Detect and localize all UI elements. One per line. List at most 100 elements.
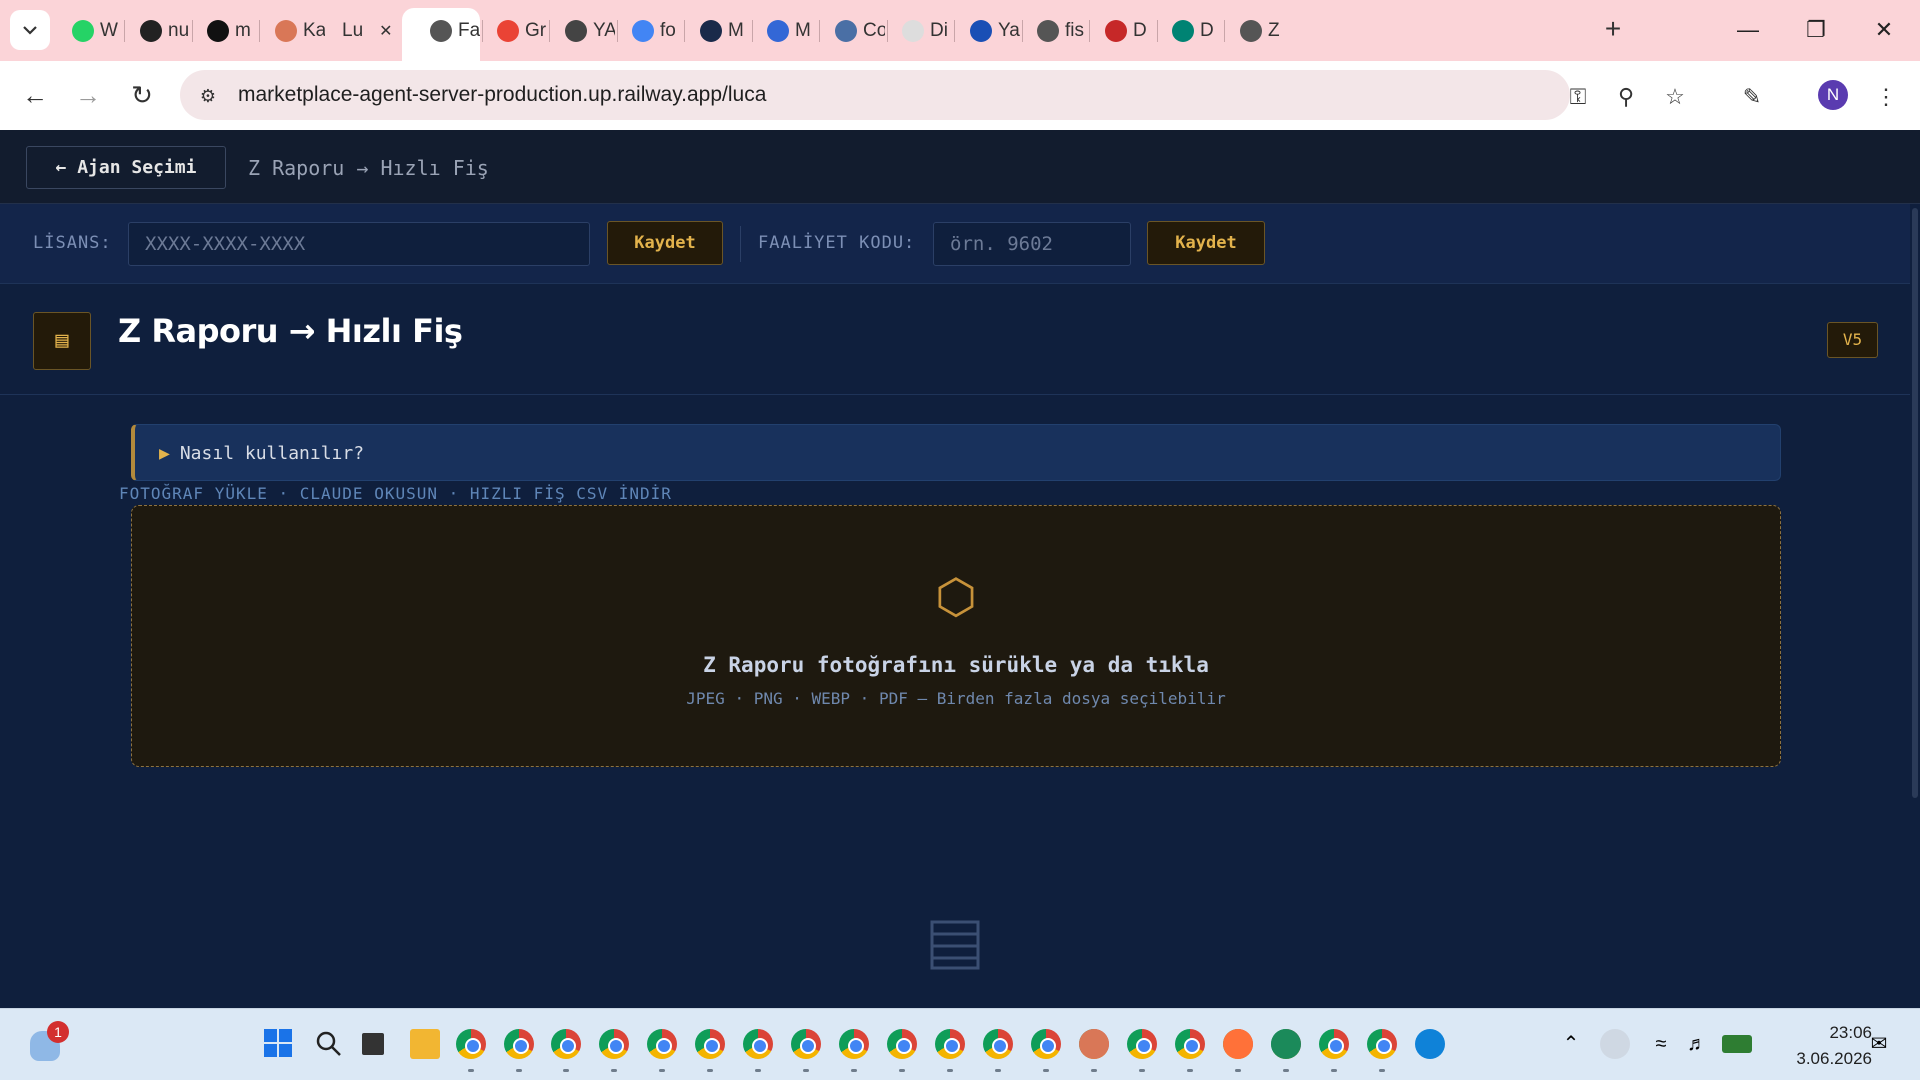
chrome-profile-icon[interactable] bbox=[887, 1029, 917, 1059]
file-dropzone[interactable]: ⬡ Z Raporu fotoğrafını sürükle ya da tık… bbox=[131, 505, 1781, 767]
chrome-profile-icon[interactable] bbox=[1031, 1029, 1061, 1059]
new-tab-button[interactable]: + bbox=[1598, 14, 1628, 44]
page-scrollbar[interactable] bbox=[1910, 204, 1920, 1008]
tab-separator bbox=[1089, 20, 1090, 42]
browser-tab[interactable]: Co bbox=[825, 12, 885, 50]
edge-icon[interactable] bbox=[1271, 1029, 1301, 1059]
github-icon bbox=[140, 20, 162, 42]
browser-tab-label: Z bbox=[1268, 20, 1280, 41]
zoom-icon[interactable]: ⚲ bbox=[1612, 83, 1640, 111]
how-to-use-toggle[interactable]: ▶ Nasıl kullanılır? bbox=[131, 424, 1781, 481]
browser-tab[interactable]: D bbox=[1095, 12, 1155, 50]
browser-tab-label: D bbox=[1133, 20, 1147, 41]
browser-tab[interactable]: Ya bbox=[960, 12, 1020, 50]
reload-icon[interactable]: ↻ bbox=[122, 75, 162, 115]
scrollbar-thumb[interactable] bbox=[1912, 208, 1918, 798]
site-settings-icon[interactable]: ⚙ bbox=[194, 82, 222, 110]
bookmark-star-icon[interactable]: ☆ bbox=[1661, 83, 1689, 111]
browser-tab-strip: Wnu m Ka Lu ✕ Fa Gr YA fo M M Co Di Ya fis D D Z + — ❐ ✕ bbox=[0, 0, 1920, 61]
m-icon bbox=[700, 20, 722, 42]
battery-icon[interactable] bbox=[1722, 1035, 1752, 1053]
browser-tab[interactable]: Ka bbox=[265, 12, 325, 50]
gmail-icon bbox=[497, 20, 519, 42]
menu-kebab-icon[interactable]: ⋮ bbox=[1872, 83, 1900, 111]
search-icon[interactable] bbox=[314, 1029, 344, 1059]
minimize-icon[interactable]: — bbox=[1728, 10, 1768, 50]
forward-arrow-icon[interactable]: → bbox=[68, 75, 108, 115]
browser-tab[interactable]: fo bbox=[622, 12, 682, 50]
browser-tab[interactable]: m bbox=[197, 12, 257, 50]
google-icon bbox=[632, 20, 654, 42]
onedrive-icon[interactable] bbox=[1600, 1029, 1630, 1059]
wifi-icon[interactable]: ≈ bbox=[1646, 1029, 1676, 1059]
browser-tab[interactable]: YA bbox=[555, 12, 615, 50]
running-indicator bbox=[803, 1069, 809, 1072]
save-license-button[interactable]: Kaydet bbox=[607, 221, 723, 265]
back-arrow-icon[interactable]: ← bbox=[15, 75, 55, 115]
password-key-icon[interactable]: ⚿ bbox=[1564, 83, 1592, 111]
chrome-profile-icon[interactable] bbox=[1367, 1029, 1397, 1059]
browser-tab[interactable]: D bbox=[1162, 12, 1222, 50]
browser-tab-label: Di bbox=[930, 20, 948, 41]
task-view-icon[interactable] bbox=[362, 1033, 384, 1055]
browser-tab[interactable]: Gr bbox=[487, 12, 547, 50]
tab-separator bbox=[192, 20, 193, 42]
chrome-profile-icon[interactable] bbox=[1127, 1029, 1157, 1059]
b-icon bbox=[1105, 20, 1127, 42]
chrome-profile-icon[interactable] bbox=[456, 1029, 486, 1059]
windows-start-icon[interactable] bbox=[264, 1029, 292, 1057]
browser-tab[interactable]: Fa bbox=[420, 12, 480, 50]
clock-date[interactable]: 3.06.2026 bbox=[1772, 1049, 1872, 1069]
chrome-profile-icon[interactable] bbox=[695, 1029, 725, 1059]
chrome-profile-icon[interactable] bbox=[504, 1029, 534, 1059]
chrome-profile-icon[interactable] bbox=[791, 1029, 821, 1059]
chrome-profile-icon[interactable] bbox=[839, 1029, 869, 1059]
address-bar[interactable]: ⚙ marketplace-agent-server-production.up… bbox=[180, 70, 1570, 120]
site-icon bbox=[970, 20, 992, 42]
globe-icon bbox=[430, 20, 452, 42]
browser-tab[interactable]: M bbox=[690, 12, 750, 50]
url-text[interactable]: marketplace-agent-server-production.up.r… bbox=[238, 83, 766, 107]
dropzone-title: Z Raporu fotoğrafını sürükle ya da tıkla bbox=[703, 653, 1209, 677]
browser-tab-label: Co bbox=[863, 20, 885, 41]
chevron-up-icon[interactable]: ⌃ bbox=[1556, 1029, 1586, 1059]
browser-tab[interactable]: M bbox=[757, 12, 817, 50]
weather-notification-badge: 1 bbox=[47, 1021, 69, 1043]
close-window-icon[interactable]: ✕ bbox=[1864, 10, 1904, 50]
file-explorer-icon[interactable] bbox=[410, 1029, 440, 1059]
app-nav-bar: ← Ajan Seçimi Z Raporu → Hızlı Fiş bbox=[0, 130, 1920, 204]
agent-selection-back-button[interactable]: ← Ajan Seçimi bbox=[26, 146, 226, 189]
chrome-profile-icon[interactable] bbox=[599, 1029, 629, 1059]
chrome-profile-icon[interactable] bbox=[935, 1029, 965, 1059]
browser-tab[interactable]: Lu ✕ bbox=[332, 12, 402, 50]
chrome-profile-icon[interactable] bbox=[647, 1029, 677, 1059]
save-activity-code-button[interactable]: Kaydet bbox=[1147, 221, 1265, 265]
tab-separator bbox=[887, 20, 888, 42]
extensions-icon[interactable]: ✎ bbox=[1738, 83, 1766, 111]
clock-time[interactable]: 23:06 bbox=[1772, 1023, 1872, 1043]
tab-separator bbox=[1022, 20, 1023, 42]
restore-icon[interactable]: ❐ bbox=[1796, 10, 1836, 50]
browser-tab[interactable]: W bbox=[62, 12, 122, 50]
firefox-icon[interactable] bbox=[1223, 1029, 1253, 1059]
license-input[interactable] bbox=[128, 222, 590, 266]
browser-tab[interactable]: nu bbox=[130, 12, 190, 50]
chrome-profile-icon[interactable] bbox=[1319, 1029, 1349, 1059]
chrome-profile-icon[interactable] bbox=[1175, 1029, 1205, 1059]
windows-taskbar: 1 ⌃ ≈ ♬ 23:06 3.06.2026 ✉ bbox=[0, 1008, 1920, 1080]
notification-bell-icon[interactable]: ✉ bbox=[1864, 1029, 1894, 1059]
chrome-profile-icon[interactable] bbox=[743, 1029, 773, 1059]
activity-code-input[interactable] bbox=[933, 222, 1131, 266]
page-subtitle: FOTOĞRAF YÜKLE · CLAUDE OKUSUN · HIZLI F… bbox=[119, 484, 672, 503]
tab-search-button[interactable] bbox=[10, 10, 50, 50]
browser-tab[interactable]: Z bbox=[1230, 12, 1290, 50]
browser-tab[interactable]: Di bbox=[892, 12, 952, 50]
volume-icon[interactable]: ♬ bbox=[1682, 1029, 1712, 1059]
chrome-profile-icon[interactable] bbox=[983, 1029, 1013, 1059]
claude-app-icon[interactable] bbox=[1079, 1029, 1109, 1059]
chrome-profile-icon[interactable] bbox=[551, 1029, 581, 1059]
browser-tab[interactable]: fis bbox=[1027, 12, 1087, 50]
profile-avatar[interactable]: N bbox=[1818, 80, 1848, 110]
close-tab-icon[interactable]: ✕ bbox=[379, 21, 392, 41]
remote-desktop-icon[interactable] bbox=[1415, 1029, 1445, 1059]
